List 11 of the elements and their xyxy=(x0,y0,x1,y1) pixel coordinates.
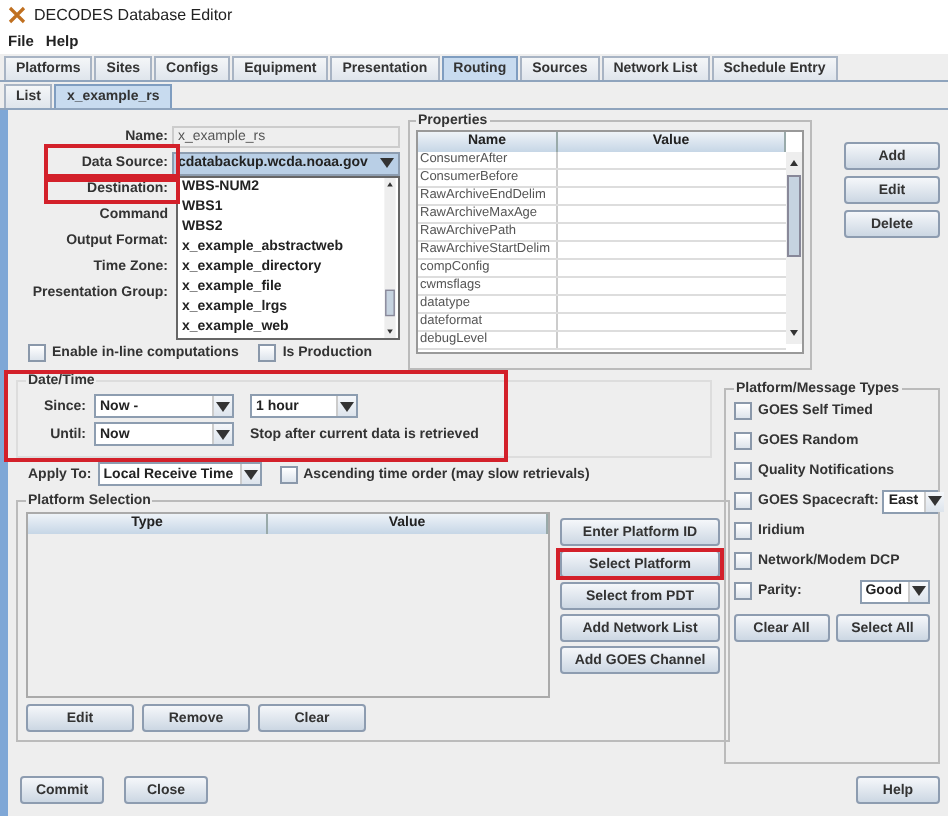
caret-icon xyxy=(216,429,230,439)
caret-icon xyxy=(912,586,926,596)
highlight-box xyxy=(44,144,180,178)
caret-icon xyxy=(928,496,943,506)
caret-icon xyxy=(216,401,230,411)
window-title: DECODES Database Editor xyxy=(34,5,233,23)
caret-icon xyxy=(340,401,354,411)
highlight-box xyxy=(44,178,180,204)
app-icon xyxy=(8,5,26,23)
caret-icon xyxy=(243,469,258,479)
caret-icon xyxy=(380,158,394,168)
